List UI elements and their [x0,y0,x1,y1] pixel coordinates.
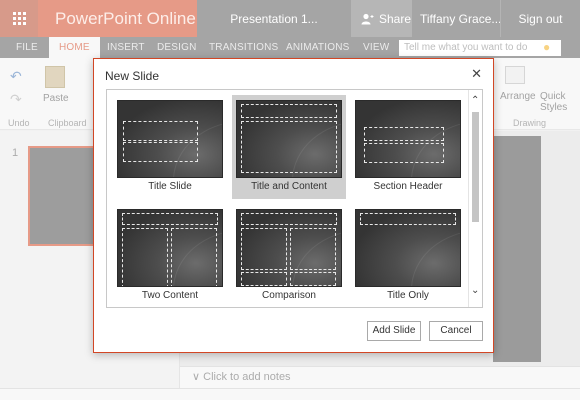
dialog-title: New Slide [105,69,160,83]
cancel-button[interactable]: Cancel [429,321,483,341]
layout-preview [117,209,223,287]
layout-title-slide[interactable]: Title Slide [113,95,227,199]
layout-label: Title Only [387,290,429,301]
layout-label: Two Content [141,290,199,301]
layout-preview [236,100,342,178]
layout-comparison[interactable]: Comparison [232,204,346,307]
new-slide-dialog: New Slide ✕ Title Slide Title and Conten… [93,58,494,353]
layout-title-only[interactable]: Title Only [351,204,465,307]
chevron-down-icon[interactable]: ⌄ [471,285,479,296]
layout-two-content[interactable]: Two Content [113,204,227,307]
layout-label: Title and Content [251,181,327,192]
chevron-up-icon[interactable]: ⌃ [471,95,479,106]
gallery-scrollbar[interactable]: ⌃ ⌄ [468,90,482,307]
layout-preview [355,209,461,287]
scrollbar-thumb[interactable] [472,112,479,222]
layout-preview [236,209,342,287]
layout-title-and-content[interactable]: Title and Content [232,95,346,199]
layout-label: Section Header [373,181,443,192]
layout-preview [117,100,223,178]
layout-preview [355,100,461,178]
layout-label: Title Slide [148,181,192,192]
layout-label: Comparison [262,290,316,301]
layout-gallery: Title Slide Title and Content Section He… [106,89,483,308]
layout-section-header[interactable]: Section Header [351,95,465,199]
close-icon[interactable]: ✕ [471,66,482,82]
add-slide-button[interactable]: Add Slide [367,321,421,341]
